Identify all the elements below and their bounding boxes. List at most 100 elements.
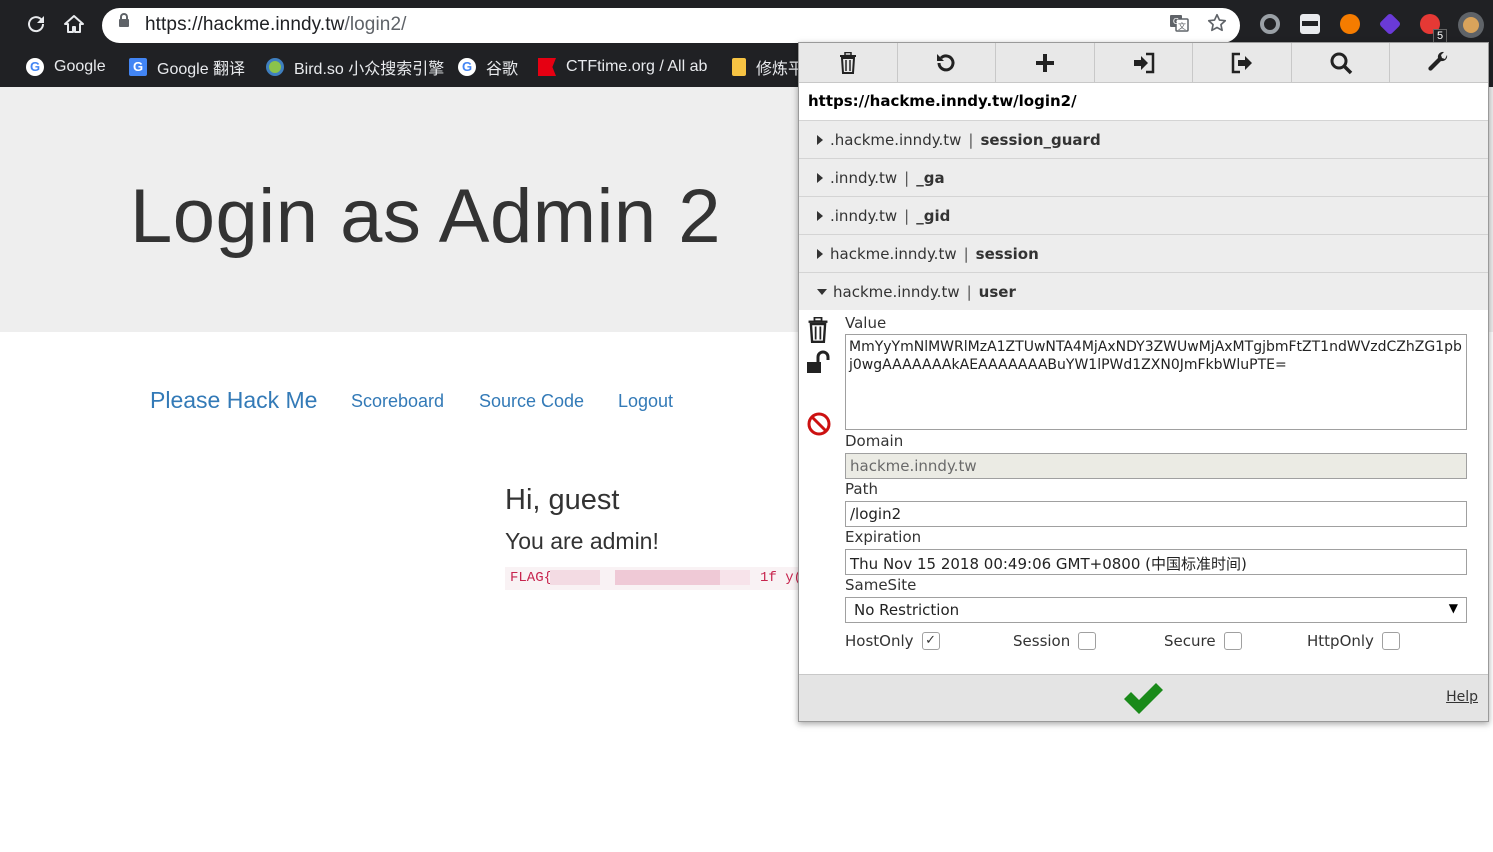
page-title: Login as Admin 2 <box>130 174 722 259</box>
brand-link[interactable]: Please Hack Me <box>150 387 317 414</box>
caret-right-icon <box>817 248 823 259</box>
hostonly-option[interactable]: HostOnly ✓ <box>845 632 940 650</box>
cookie-domain: .inndy.tw <box>830 168 898 187</box>
flag-tail: 1f y( <box>760 570 800 586</box>
extension-ninja-icon[interactable] <box>1300 14 1320 34</box>
address-bar[interactable]: https://hackme.inndy.tw/login2/ 文G <box>102 8 1240 43</box>
session-checkbox[interactable] <box>1078 632 1097 650</box>
cookie-name: session <box>975 244 1039 263</box>
reset-button[interactable] <box>898 43 997 82</box>
session-option[interactable]: Session <box>1013 632 1097 650</box>
cookie-name: _ga <box>916 168 945 187</box>
cookie-row[interactable]: .hackme.inndy.tw | session_guard <box>799 120 1488 158</box>
plus-icon <box>1035 53 1054 72</box>
options-button[interactable] <box>1390 43 1488 82</box>
extension-badge: 5 <box>1433 29 1448 43</box>
sign-out-icon <box>1231 52 1253 73</box>
bookmark-item[interactable]: G Google 翻译 <box>129 56 245 78</box>
cookie-list: .hackme.inndy.tw | session_guard .inndy.tw… <box>799 120 1488 310</box>
expiration-field[interactable]: Thu Nov 15 2018 00:49:06 GMT+0800 (中国标准时… <box>845 549 1467 575</box>
search-icon <box>1330 52 1352 74</box>
home-icon[interactable] <box>62 12 86 36</box>
save-checkmark-icon[interactable] <box>1121 679 1165 717</box>
help-link[interactable]: Help <box>1446 689 1478 705</box>
cookie-flags: HostOnly ✓ Session Secure HttpOnly <box>845 632 1467 654</box>
bookmark-item[interactable]: 修炼平 <box>732 56 804 78</box>
search-button[interactable] <box>1292 43 1391 82</box>
extension-circle-icon[interactable] <box>1260 14 1280 34</box>
svg-text:G: G <box>1173 17 1179 26</box>
import-button[interactable] <box>1095 43 1194 82</box>
cookie-edit-form: Value MmYyYmNlMWRlMzA1ZTUwNTA4MjAxNDY3ZW… <box>799 310 1488 670</box>
block-icon[interactable] <box>806 411 832 437</box>
cookie-editor-url: https://hackme.inndy.tw/login2/ <box>808 92 1077 110</box>
samesite-select[interactable]: No Restriction ▼ <box>845 597 1467 623</box>
hostonly-checkbox[interactable]: ✓ <box>921 632 940 650</box>
google-icon: G <box>458 58 476 76</box>
cookie-separator: | <box>904 206 910 225</box>
lock-icon <box>119 13 129 27</box>
ctftime-flag-icon <box>538 58 556 76</box>
cookie-row[interactable]: .inndy.tw | _ga <box>799 158 1488 196</box>
httponly-option[interactable]: HttpOnly <box>1307 632 1400 650</box>
session-label: Session <box>1013 632 1071 650</box>
star-icon[interactable] <box>1204 12 1230 38</box>
nav-source-code-link[interactable]: Source Code <box>479 391 584 412</box>
cookie-row-expanded[interactable]: hackme.inndy.tw | user <box>799 272 1488 310</box>
extension-infinity-icon[interactable] <box>1340 14 1360 34</box>
delete-cookie-icon[interactable] <box>806 316 832 343</box>
export-button[interactable] <box>1193 43 1292 82</box>
value-label: Value <box>845 314 887 332</box>
cookie-extension-icon[interactable] <box>1458 12 1484 38</box>
bookmark-item[interactable]: CTFtime.org / All ab <box>538 56 707 78</box>
reload-icon[interactable] <box>24 12 48 36</box>
extension-diamond-icon[interactable] <box>1378 12 1402 36</box>
caret-right-icon <box>817 172 823 183</box>
path-field[interactable]: /login2 <box>845 501 1467 527</box>
expiration-label: Expiration <box>845 528 922 546</box>
google-translate-icon: G <box>129 58 147 76</box>
trash-icon <box>839 51 856 74</box>
cookie-domain: hackme.inndy.tw <box>833 282 960 301</box>
site-navbar: Please Hack Me Scoreboard Source Code Lo… <box>0 385 800 417</box>
caret-right-icon <box>817 210 823 221</box>
flag-redaction <box>720 570 750 585</box>
greeting-heading: Hi, guest <box>505 484 620 516</box>
cookie-name: user <box>978 282 1016 301</box>
hostonly-label: HostOnly <box>845 632 914 650</box>
cookie-domain: .hackme.inndy.tw <box>830 130 962 149</box>
admin-message: You are admin! <box>505 528 659 554</box>
secure-option[interactable]: Secure <box>1164 632 1242 650</box>
cookie-separator: | <box>963 244 969 263</box>
httponly-checkbox[interactable] <box>1381 632 1400 650</box>
flag-code: FLAG{ 1f y( <box>505 567 800 590</box>
httponly-label: HttpOnly <box>1307 632 1374 650</box>
nav-scoreboard-link[interactable]: Scoreboard <box>351 391 444 412</box>
bookmark-item[interactable]: G Google <box>26 56 106 78</box>
flag-redaction <box>550 570 600 585</box>
svg-text:文: 文 <box>1178 21 1186 31</box>
cookie-domain: .inndy.tw <box>830 206 898 225</box>
unlock-icon[interactable] <box>806 350 832 376</box>
caret-right-icon <box>817 134 823 145</box>
cookie-row[interactable]: hackme.inndy.tw | session <box>799 234 1488 272</box>
add-cookie-button[interactable] <box>996 43 1095 82</box>
flag-redaction <box>615 570 720 585</box>
secure-checkbox[interactable] <box>1223 632 1242 650</box>
nav-logout-link[interactable]: Logout <box>618 391 673 412</box>
bookmark-item[interactable]: Bird.so 小众搜索引擎 <box>266 56 444 78</box>
cookie-name: _gid <box>916 206 951 225</box>
translate-icon[interactable]: 文G <box>1166 12 1192 38</box>
cookie-separator: | <box>966 282 972 301</box>
bookmark-item[interactable]: G 谷歌 <box>458 56 518 78</box>
flag-prefix: FLAG{ <box>510 570 553 586</box>
bird-icon <box>266 58 284 76</box>
cookie-row[interactable]: .inndy.tw | _gid <box>799 196 1488 234</box>
delete-all-button[interactable] <box>799 43 898 82</box>
google-icon: G <box>26 58 44 76</box>
secure-label: Secure <box>1164 632 1216 650</box>
cookie-separator: | <box>904 168 910 187</box>
sign-in-icon <box>1133 52 1154 73</box>
value-textarea[interactable]: MmYyYmNlMWRlMzA1ZTUwNTA4MjAxNDY3ZWUwMjAx… <box>845 334 1467 430</box>
cookie-domain: hackme.inndy.tw <box>830 244 957 263</box>
